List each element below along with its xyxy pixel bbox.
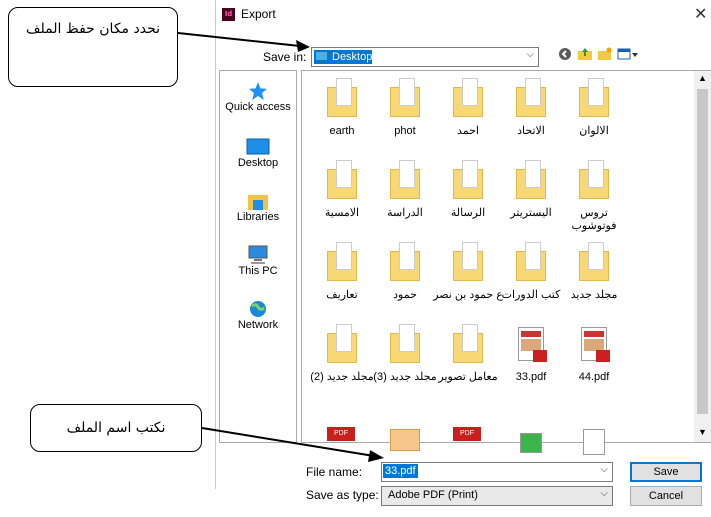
- arrowhead-file-name: [368, 450, 384, 462]
- callout-location: نحدد مكان حفظ الملف: [8, 7, 178, 87]
- arrow-to-file-name: [201, 427, 375, 457]
- arrowhead-save-in: [296, 40, 310, 52]
- arrow-to-save-in: [177, 32, 301, 47]
- callout-filename: نكتب اسم الملف: [30, 404, 202, 452]
